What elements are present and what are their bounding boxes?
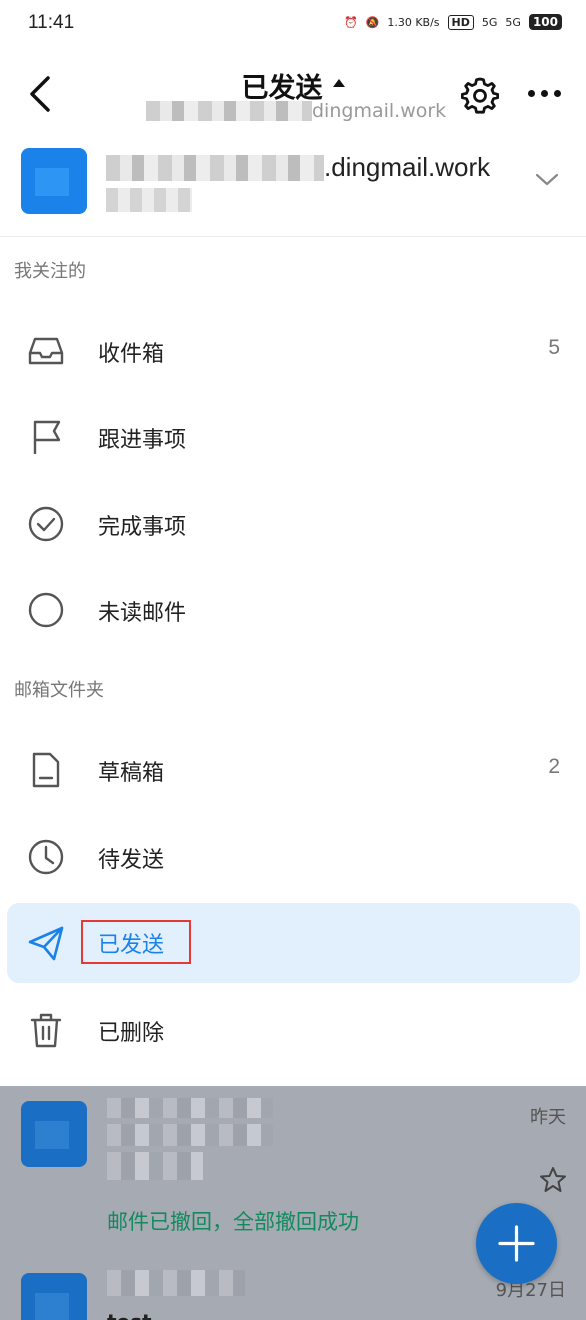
section-folders: 邮箱文件夹 — [14, 680, 104, 701]
highlight-box — [81, 920, 191, 964]
star-icon[interactable] — [539, 1166, 567, 1194]
avatar — [21, 1273, 87, 1320]
flag-icon — [33, 420, 61, 454]
check-circle-icon — [28, 506, 64, 542]
menu-item-done[interactable]: 完成事项 — [0, 481, 586, 567]
menu-item-outbox[interactable]: 待发送 — [0, 814, 586, 900]
more-icon[interactable] — [528, 90, 561, 97]
mute-icon: 🔕 — [365, 15, 380, 29]
compose-button[interactable] — [476, 1203, 557, 1284]
clock-icon — [28, 839, 64, 875]
status-time: 11:41 — [28, 12, 75, 33]
document-icon — [32, 752, 60, 788]
trash-icon — [30, 1013, 62, 1048]
menu-item-deleted[interactable]: 已删除 — [0, 987, 586, 1073]
inbox-icon — [28, 337, 64, 365]
signal-2: 5G — [505, 15, 521, 29]
redacted-text — [107, 1270, 245, 1296]
status-icons: ⏰ 🔕 1.30 KB/s HD 5G 5G 100 — [344, 14, 562, 30]
menu-label: 跟进事项 — [98, 428, 187, 453]
unread-count: 5 — [548, 336, 560, 359]
net-speed: 1.30 KB/s — [387, 15, 440, 29]
draft-count: 2 — [548, 755, 560, 778]
account-email-domain: .dingmail.work — [324, 152, 491, 182]
mail-date: 昨天 — [530, 1107, 566, 1128]
menu-label: 收件箱 — [98, 342, 165, 367]
redacted-text — [106, 154, 324, 181]
caret-up-icon — [332, 78, 345, 87]
hd-icon: HD — [447, 14, 474, 30]
alarm-icon: ⏰ — [343, 15, 358, 29]
menu-item-sent[interactable]: 已发送 — [7, 903, 580, 983]
redacted-text — [107, 1098, 273, 1118]
redacted-text — [107, 1124, 273, 1146]
menu-label: 已删除 — [98, 1021, 165, 1046]
plus-icon — [498, 1225, 535, 1262]
menu-item-inbox[interactable]: 收件箱 5 — [0, 308, 586, 394]
paper-plane-icon — [28, 926, 64, 961]
battery-icon: 100 — [528, 14, 562, 30]
header: 已发送 dingmail.work — [0, 48, 586, 138]
menu-label: 未读邮件 — [98, 601, 187, 626]
signal-1: 5G — [481, 15, 498, 29]
account-subtitle: dingmail.work — [146, 100, 446, 122]
redacted-text — [106, 188, 192, 212]
redacted-text — [146, 101, 312, 121]
avatar — [21, 148, 87, 214]
avatar — [21, 1101, 87, 1167]
menu-label: 完成事项 — [98, 515, 187, 540]
status-bar: 11:41 ⏰ 🔕 1.30 KB/s HD 5G 5G 100 — [0, 0, 586, 48]
mail-preview: 邮件已撤回，全部撤回成功 — [107, 1210, 359, 1234]
account-email: .dingmail.work — [106, 152, 490, 183]
gear-icon[interactable] — [461, 76, 499, 114]
menu-item-follow-up[interactable]: 跟进事项 — [0, 394, 586, 480]
menu-label: 草稿箱 — [98, 761, 165, 786]
circle-icon — [28, 592, 64, 628]
mail-subject: test — [107, 1310, 152, 1320]
section-followed: 我关注的 — [14, 261, 86, 282]
menu-label: 待发送 — [98, 848, 165, 873]
menu-item-drafts[interactable]: 草稿箱 2 — [0, 727, 586, 813]
subtitle-domain: dingmail.work — [312, 100, 447, 122]
mail-list-overlay[interactable]: 昨天 邮件已撤回，全部撤回成功 9月27日 test — [0, 1086, 586, 1320]
chevron-down-icon[interactable] — [534, 166, 560, 192]
account-switcher[interactable]: .dingmail.work — [0, 138, 586, 237]
redacted-text — [107, 1152, 203, 1180]
menu-item-unread[interactable]: 未读邮件 — [0, 567, 586, 653]
